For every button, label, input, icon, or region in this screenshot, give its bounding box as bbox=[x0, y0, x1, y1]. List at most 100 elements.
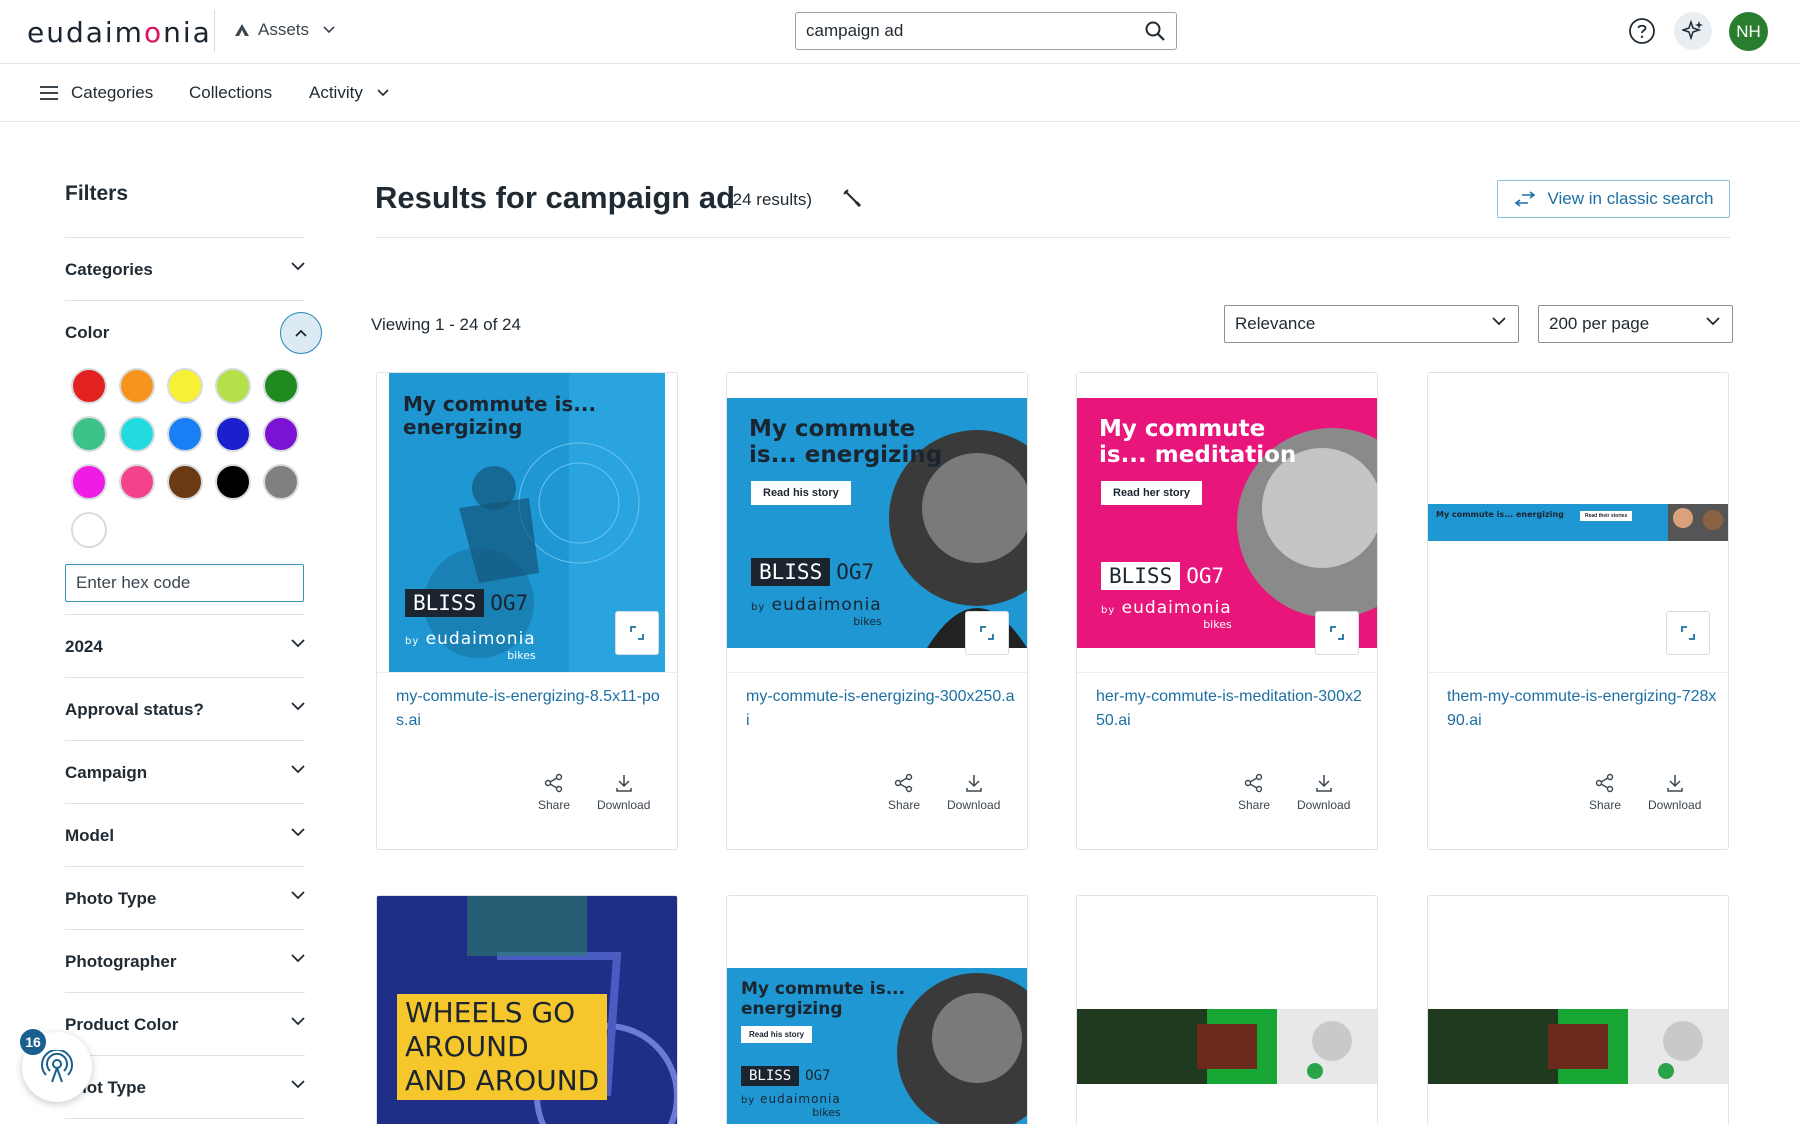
nav-activity[interactable]: Activity bbox=[309, 83, 389, 103]
ad-model: OG7 bbox=[836, 560, 875, 584]
color-swatch[interactable] bbox=[215, 416, 251, 452]
ad-brand-name: eudaimonia bbox=[425, 629, 536, 649]
expand-button[interactable] bbox=[1666, 611, 1710, 655]
expand-button[interactable] bbox=[615, 611, 659, 655]
per-page-select[interactable]: 200 per page bbox=[1538, 305, 1733, 343]
color-swatch[interactable] bbox=[71, 416, 107, 452]
chevron-down-icon bbox=[323, 26, 335, 34]
asset-thumbnail[interactable]: My commute is... energizing Read his sto… bbox=[727, 373, 1027, 673]
share-button[interactable]: Share bbox=[538, 773, 570, 812]
color-swatch[interactable] bbox=[71, 368, 107, 404]
color-swatch[interactable] bbox=[215, 368, 251, 404]
asset-name-link[interactable]: my-commute-is-energizing-300x250.ai bbox=[746, 685, 1016, 733]
asset-card[interactable]: My commute is... energizing Read their s… bbox=[1427, 372, 1729, 850]
ad-bliss: BLISS bbox=[1101, 562, 1181, 590]
color-swatch[interactable] bbox=[263, 464, 299, 500]
filter-group[interactable]: Campaign bbox=[65, 740, 305, 803]
ad-headline: WHEELS GO AROUND AND AROUND bbox=[397, 994, 608, 1100]
color-swatch[interactable] bbox=[167, 416, 203, 452]
share-label: Share bbox=[538, 798, 571, 812]
nav-activity-label: Activity bbox=[309, 83, 363, 102]
ad-brand-name: eudaimonia bbox=[1121, 598, 1232, 618]
asset-card[interactable]: My commute is... energizing Read his sto… bbox=[726, 895, 1028, 1124]
filter-label: Photographer bbox=[65, 952, 177, 971]
workspace-icon bbox=[235, 24, 249, 36]
ad-brand: by eudaimonia bikes bbox=[405, 629, 536, 662]
asset-thumbnail[interactable]: My commute is... energizing Read their s… bbox=[1428, 373, 1728, 673]
color-swatch[interactable] bbox=[119, 464, 155, 500]
color-swatch[interactable] bbox=[71, 464, 107, 500]
color-swatch[interactable] bbox=[119, 416, 155, 452]
asset-card[interactable]: My commute is... meditation Read her sto… bbox=[1076, 372, 1378, 850]
ad-bikes: bikes bbox=[1203, 618, 1232, 631]
filter-group[interactable]: Photographer bbox=[65, 929, 305, 992]
filter-group[interactable]: Approval status? bbox=[65, 677, 305, 740]
filter-group[interactable]: Shot Type bbox=[65, 1055, 305, 1118]
sort-select[interactable]: Relevance bbox=[1224, 305, 1519, 343]
asset-thumbnail[interactable] bbox=[1077, 1009, 1377, 1084]
asset-thumbnail[interactable]: My commute is... meditation Read her sto… bbox=[1077, 373, 1377, 673]
color-swatch[interactable] bbox=[71, 512, 107, 548]
chevron-up-icon bbox=[295, 329, 307, 337]
asset-card[interactable]: My commute is... energizing BLISS OG7 by … bbox=[376, 372, 678, 850]
workspace-switcher[interactable]: Assets bbox=[234, 20, 335, 40]
nav-categories[interactable]: Categories bbox=[39, 83, 153, 103]
ad-bikes: bikes bbox=[812, 1106, 841, 1119]
ad-product: BLISS OG7 bbox=[1101, 562, 1224, 590]
color-swatch[interactable] bbox=[167, 464, 203, 500]
filters-title: Filters bbox=[65, 182, 129, 205]
color-collapse-button[interactable] bbox=[280, 312, 322, 354]
search-input[interactable] bbox=[806, 20, 1126, 42]
expand-icon bbox=[1681, 626, 1695, 640]
asset-thumbnail[interactable]: WHEELS GO AROUND AND AROUND bbox=[377, 896, 677, 1124]
share-button[interactable]: Share bbox=[888, 773, 920, 812]
search-icon[interactable] bbox=[1144, 20, 1166, 42]
filter-categories[interactable]: Categories bbox=[65, 237, 305, 300]
asset-card[interactable] bbox=[1076, 895, 1378, 1124]
asset-thumbnail[interactable]: My commute is... energizing Read his sto… bbox=[727, 968, 1027, 1124]
asset-name-link[interactable]: them-my-commute-is-energizing-728x90.ai bbox=[1447, 685, 1717, 733]
help-icon[interactable] bbox=[1628, 17, 1656, 45]
sort-select-value: Relevance bbox=[1235, 314, 1316, 333]
ai-assistant-button[interactable] bbox=[1674, 12, 1712, 50]
nav-collections[interactable]: Collections bbox=[189, 83, 272, 103]
color-swatch[interactable] bbox=[167, 368, 203, 404]
ad-line: WHEELS GO bbox=[405, 996, 576, 1029]
asset-thumbnail[interactable] bbox=[1428, 1009, 1728, 1084]
expand-button[interactable] bbox=[965, 611, 1009, 655]
filter-label: 2024 bbox=[65, 637, 103, 656]
download-button[interactable]: Download bbox=[1648, 773, 1701, 812]
hex-code-input[interactable] bbox=[65, 564, 304, 602]
expand-button[interactable] bbox=[1315, 611, 1359, 655]
color-swatch[interactable] bbox=[263, 368, 299, 404]
filter-group[interactable]: 2024 bbox=[65, 614, 305, 677]
share-label: Share bbox=[888, 798, 921, 812]
asset-card[interactable] bbox=[1427, 895, 1729, 1124]
share-button[interactable]: Share bbox=[1238, 773, 1270, 812]
color-swatch[interactable] bbox=[119, 368, 155, 404]
color-swatch[interactable] bbox=[263, 416, 299, 452]
download-button[interactable]: Download bbox=[1297, 773, 1350, 812]
view-classic-search-button[interactable]: View in classic search bbox=[1497, 180, 1730, 218]
wrench-icon[interactable] bbox=[842, 188, 862, 208]
filter-group[interactable]: Model bbox=[65, 803, 305, 866]
asset-thumbnail[interactable]: My commute is... energizing BLISS OG7 by … bbox=[377, 373, 677, 673]
filter-label: Photo Type bbox=[65, 889, 157, 908]
share-button[interactable]: Share bbox=[1589, 773, 1621, 812]
broadcast-icon bbox=[41, 1050, 73, 1083]
avatar[interactable]: NH bbox=[1729, 12, 1768, 51]
ad-model: OG7 bbox=[490, 591, 529, 615]
color-swatch[interactable] bbox=[215, 464, 251, 500]
asset-name-link[interactable]: her-my-commute-is-meditation-300x250.ai bbox=[1096, 685, 1366, 733]
expand-icon bbox=[980, 626, 994, 640]
ad-by: by bbox=[741, 1095, 756, 1106]
filter-group[interactable]: Product Color bbox=[65, 992, 305, 1055]
filter-group[interactable]: Photo Type bbox=[65, 866, 305, 929]
asset-name-link[interactable]: my-commute-is-energizing-8.5x11-pos.ai bbox=[396, 685, 666, 733]
asset-card[interactable]: My commute is... energizing Read his sto… bbox=[726, 372, 1028, 850]
download-button[interactable]: Download bbox=[597, 773, 650, 812]
logo[interactable]: eudaimonia bbox=[27, 16, 212, 49]
download-button[interactable]: Download bbox=[947, 773, 1000, 812]
filter-color[interactable]: Color bbox=[65, 300, 305, 342]
asset-card[interactable]: WHEELS GO AROUND AND AROUND bbox=[376, 895, 678, 1124]
